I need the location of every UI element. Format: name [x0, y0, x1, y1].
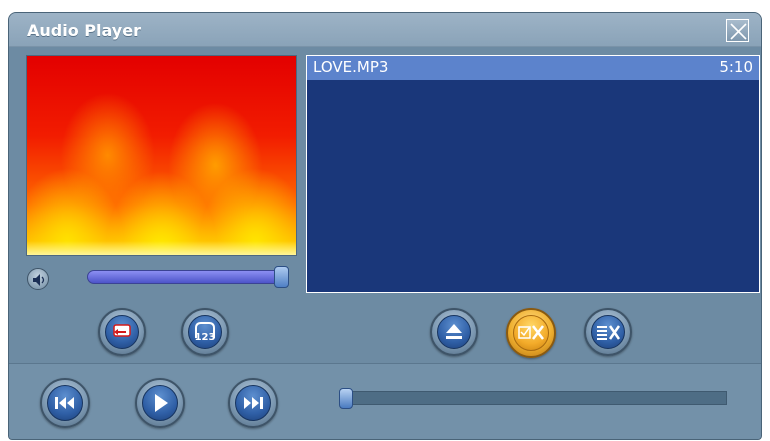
window-title: Audio Player	[27, 21, 141, 40]
delete-selected-icon	[518, 325, 544, 340]
next-track-icon	[244, 397, 263, 409]
previous-track-icon	[55, 397, 74, 409]
track-duration: 5:10	[719, 58, 753, 76]
clear-playlist-icon	[597, 325, 621, 340]
previous-track-button[interactable]	[40, 378, 90, 428]
delete-selected-button[interactable]	[506, 308, 556, 358]
close-button[interactable]	[726, 19, 749, 42]
eject-icon	[446, 324, 462, 339]
eject-button[interactable]	[430, 308, 478, 356]
audio-player-window: Audio Player LOVE.MP3 5:10 123	[8, 12, 762, 440]
volume-slider-track[interactable]	[87, 270, 287, 284]
repeat-icon	[113, 324, 131, 337]
speaker-icon	[33, 274, 45, 286]
play-icon	[155, 394, 168, 412]
svg-text:123: 123	[195, 332, 216, 343]
shuffle-icon: 123	[195, 322, 216, 343]
playlist[interactable]: LOVE.MP3 5:10	[306, 55, 760, 293]
close-icon	[730, 23, 747, 40]
playlist-item[interactable]: LOVE.MP3 5:10	[307, 56, 759, 80]
volume-slider-thumb[interactable]	[274, 266, 289, 288]
seek-bar-track[interactable]	[347, 391, 727, 405]
clear-playlist-button[interactable]	[584, 308, 632, 356]
mute-button[interactable]	[27, 268, 49, 290]
play-button[interactable]	[135, 378, 185, 428]
repeat-button[interactable]	[98, 308, 146, 356]
visualization-display	[26, 55, 297, 256]
seek-bar-thumb[interactable]	[339, 388, 353, 409]
track-name: LOVE.MP3	[313, 58, 389, 76]
title-bar[interactable]: Audio Player	[9, 13, 761, 47]
shuffle-button[interactable]: 123	[181, 308, 229, 356]
next-track-button[interactable]	[228, 378, 278, 428]
